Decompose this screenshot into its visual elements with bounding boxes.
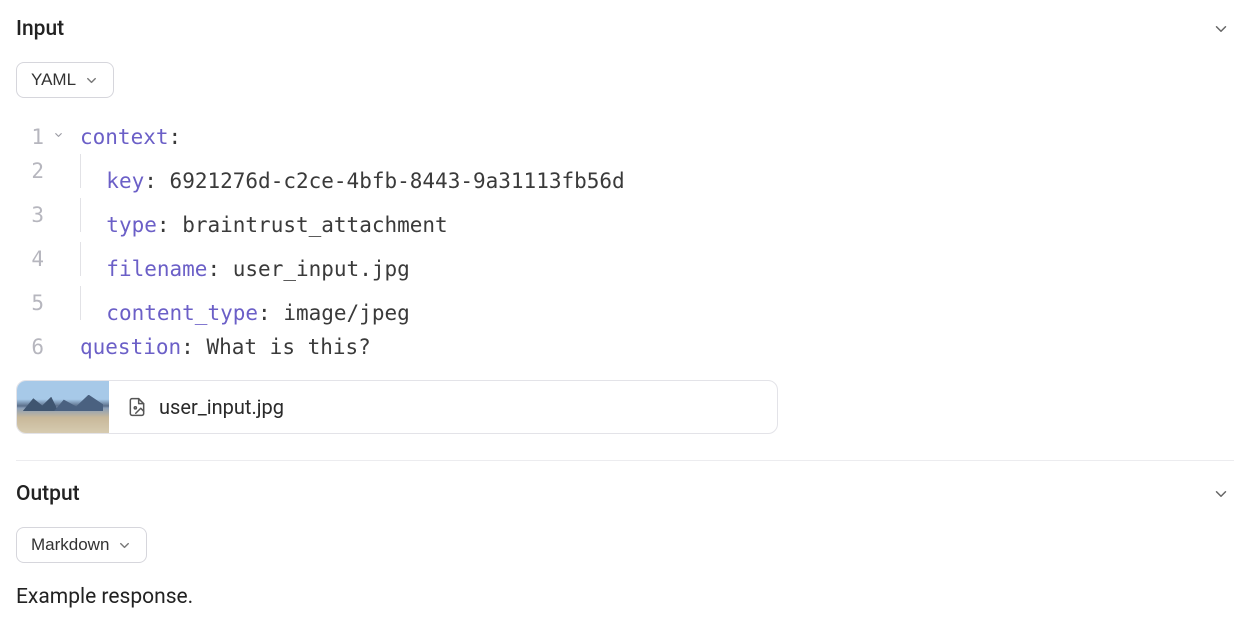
line-number: 6: [16, 330, 52, 364]
input-format-selector[interactable]: YAML: [16, 62, 114, 98]
attachment-filename: user_input.jpg: [159, 395, 284, 419]
code-content: context:: [52, 120, 181, 154]
code-content: filename: user_input.jpg: [52, 242, 410, 286]
code-content: question: What is this?: [52, 330, 371, 364]
chevron-down-icon: [1212, 485, 1230, 503]
chevron-down-icon: [1212, 20, 1230, 38]
code-line[interactable]: 1context:: [16, 120, 1234, 154]
chevron-down-icon: [117, 538, 132, 553]
line-number: 4: [16, 242, 52, 286]
collapse-input-button[interactable]: [1208, 16, 1234, 42]
code-line[interactable]: 4 filename: user_input.jpg: [16, 242, 1234, 286]
code-line[interactable]: 2 key: 6921276d-c2ce-4bfb-8443-9a31113fb…: [16, 154, 1234, 198]
section-divider: [16, 460, 1234, 461]
line-number: 1: [16, 120, 52, 154]
output-title: Output: [16, 482, 80, 506]
line-number: 5: [16, 286, 52, 330]
input-title: Input: [16, 17, 64, 41]
line-number: 2: [16, 154, 52, 198]
line-number: 3: [16, 198, 52, 242]
code-editor[interactable]: 1context:2 key: 6921276d-c2ce-4bfb-8443-…: [16, 120, 1234, 364]
code-content: type: braintrust_attachment: [52, 198, 448, 242]
output-section-header: Output: [16, 481, 1234, 507]
code-line[interactable]: 3 type: braintrust_attachment: [16, 198, 1234, 242]
input-format-label: YAML: [31, 70, 76, 90]
code-content: key: 6921276d-c2ce-4bfb-8443-9a31113fb56…: [52, 154, 625, 198]
code-line[interactable]: 5 content_type: image/jpeg: [16, 286, 1234, 330]
image-file-icon: [127, 397, 147, 417]
output-format-selector[interactable]: Markdown: [16, 527, 147, 563]
code-line[interactable]: 6question: What is this?: [16, 330, 1234, 364]
output-body: Example response.: [16, 585, 1234, 609]
chevron-down-icon: [84, 73, 99, 88]
input-section-header: Input: [16, 16, 1234, 42]
attachment-thumbnail: [17, 381, 109, 433]
code-content: content_type: image/jpeg: [52, 286, 410, 330]
collapse-output-button[interactable]: [1208, 481, 1234, 507]
fold-chevron-icon[interactable]: [53, 126, 64, 147]
output-format-label: Markdown: [31, 535, 109, 555]
attachment-body: user_input.jpg: [109, 381, 777, 433]
attachment-chip[interactable]: user_input.jpg: [16, 380, 778, 434]
